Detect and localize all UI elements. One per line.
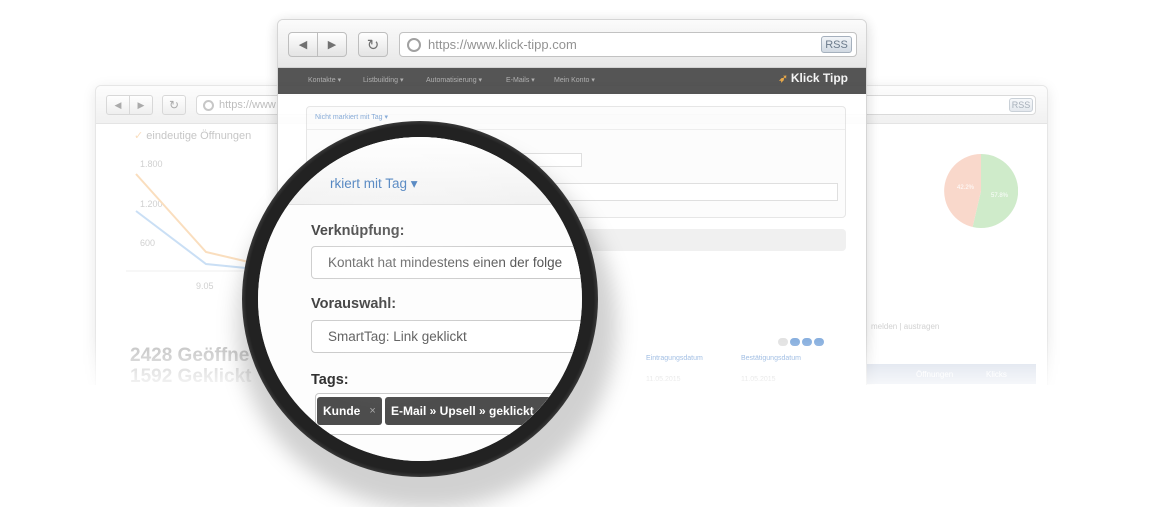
page-dot[interactable] xyxy=(790,338,800,346)
reload-button[interactable]: ↻ xyxy=(358,32,388,57)
page-dot[interactable] xyxy=(778,338,788,346)
pie-label-green: 57.8% xyxy=(991,193,1009,199)
tag-chip-upsell[interactable]: E-Mail » Upsell » geklickt × xyxy=(385,397,556,425)
back-nav-forward-button[interactable]: ▶ xyxy=(129,95,153,115)
verknuepfung-label: Verknüpfung: xyxy=(311,223,405,239)
right-header-clicks: Klicks xyxy=(986,370,1007,379)
pie-label-salmon: 42.2% xyxy=(957,185,975,191)
back-url-text: https://www xyxy=(219,99,276,111)
reload-icon: ↻ xyxy=(366,36,380,54)
front-browser-toolbar: ◀ ▶ ↻ https://www.klick-tipp.com RSS xyxy=(278,20,866,68)
close-icon[interactable]: × xyxy=(543,405,549,417)
back-nav-back-button[interactable]: ◀ xyxy=(106,95,130,115)
legend-label: eindeutige Öffnungen xyxy=(146,130,252,142)
back-reload-button[interactable]: ↻ xyxy=(162,95,186,115)
close-icon[interactable]: × xyxy=(369,405,375,417)
legend-line-icon: ✓ xyxy=(134,130,144,142)
logo-text: Klick Tipp xyxy=(790,71,848,85)
filter-link[interactable]: Nicht markiert mit Tag ▾ xyxy=(315,113,388,121)
right-links[interactable]: melden | austragen xyxy=(871,322,939,331)
tag-label: E-Mail » Upsell » geklickt xyxy=(391,404,534,418)
chart-legend: ✓ eindeutige Öffnungen xyxy=(134,129,251,142)
tag-label: Kunde xyxy=(323,404,361,418)
nav-back-button[interactable]: ◀ xyxy=(288,32,318,57)
magnifier-lens: rkiert mit Tag ▾ Verknüpfung: Kontakt ha… xyxy=(258,137,582,461)
table-header-eintragung[interactable]: Eintragungsdatum xyxy=(646,355,703,362)
magnified-header-panel xyxy=(258,137,582,205)
url-text: https://www.klick-tipp.com xyxy=(428,37,577,52)
vorauswahl-select[interactable]: SmartTag: Link geklickt xyxy=(311,320,582,353)
right-header-opens: Öffnungen xyxy=(916,370,954,379)
magnified-filter-link[interactable]: rkiert mit Tag ▾ xyxy=(330,176,418,192)
pagination[interactable] xyxy=(778,338,824,346)
reload-icon: ↻ xyxy=(168,98,180,112)
series-orange xyxy=(135,173,267,267)
tags-label: Tags: xyxy=(311,372,349,388)
app-menu-bar: Kontakte ▾ Listbuilding ▾ Automatisierun… xyxy=(278,68,866,94)
x-tick: 9.05 xyxy=(196,281,214,291)
verknuepfung-select[interactable]: Kontakt hat mindestens einen der folge xyxy=(311,246,582,279)
magnified-form: rkiert mit Tag ▾ Verknüpfung: Kontakt ha… xyxy=(258,137,582,461)
globe-icon xyxy=(407,37,421,52)
right-table-header: Öffnungen Klicks xyxy=(866,364,1036,384)
stat-opened: 2428 Geöffne xyxy=(130,345,250,366)
menu-listbuilding[interactable]: Listbuilding ▾ xyxy=(363,68,403,94)
vorauswahl-label: Vorauswahl: xyxy=(311,296,397,312)
table-cell-date-1: 11.05.2015 xyxy=(646,376,681,383)
globe-icon xyxy=(203,99,214,111)
menu-kontakte[interactable]: Kontakte ▾ xyxy=(308,68,341,94)
table-header-bestaetigung[interactable]: Bestätigungsdatum xyxy=(741,355,801,362)
nav-forward-button[interactable]: ▶ xyxy=(317,32,347,57)
rss-button[interactable]: RSS xyxy=(821,36,852,53)
address-bar[interactable]: https://www.klick-tipp.com xyxy=(399,32,857,57)
logo-cursor-icon: ➶ xyxy=(778,72,788,85)
menu-emails[interactable]: E-Mails ▾ xyxy=(506,68,535,94)
pie-chart: 42.2% 57.8% xyxy=(944,154,1018,228)
back-arrow-icon: ◀ xyxy=(298,39,308,51)
page-dot[interactable] xyxy=(814,338,824,346)
back-rss-button[interactable]: RSS xyxy=(1009,98,1033,112)
menu-automatisierung[interactable]: Automatisierung ▾ xyxy=(426,68,482,94)
page-dot[interactable] xyxy=(802,338,812,346)
tag-chip-kunde[interactable]: Kunde × xyxy=(317,397,382,425)
table-cell-date-2: 11.05.2015 xyxy=(741,376,776,383)
forward-arrow-icon: ▶ xyxy=(327,39,337,51)
menu-mein-konto[interactable]: Mein Konto ▾ xyxy=(554,68,595,94)
klick-tipp-logo: ➶ Klick Tipp xyxy=(779,71,848,85)
